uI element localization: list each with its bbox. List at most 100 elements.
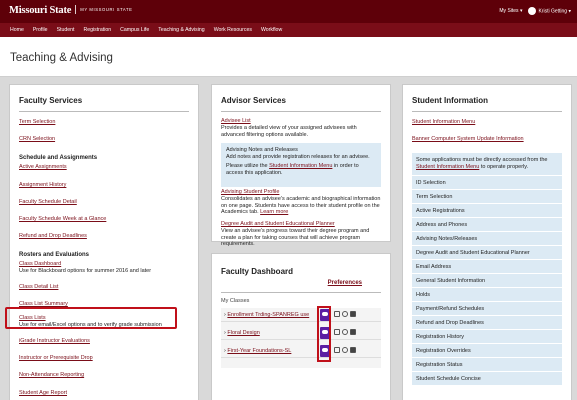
calendar-icon[interactable] <box>334 329 340 335</box>
faculty-services-panel: Faculty Services Term Selection CRN Sele… <box>9 84 199 400</box>
non-attendance-link[interactable]: Non-Attendance Reporting <box>19 372 84 378</box>
utilize-text: Please utilize the <box>226 163 270 169</box>
brand-divider <box>75 5 77 14</box>
email-icon[interactable] <box>350 311 356 317</box>
classes-table: › Enrollment Trding-SPANREG use › Floral… <box>221 308 381 368</box>
nav-home[interactable]: Home <box>10 27 24 33</box>
main-nav: Home Profile Student Registration Campus… <box>0 23 577 37</box>
student-info-item[interactable]: Email Address <box>412 259 562 273</box>
student-information-panel: Student Information Student Information … <box>402 84 572 400</box>
roster-icon-highlight <box>317 306 331 362</box>
my-sites-menu[interactable]: My Sites ▾ <box>499 8 522 14</box>
student-information-title: Student Information <box>412 96 488 105</box>
clock-icon[interactable] <box>342 347 348 353</box>
advisee-list-desc: Provides a detailed view of your assigne… <box>221 125 357 138</box>
student-info-item[interactable]: Degree Audit and Student Educational Pla… <box>412 245 562 259</box>
active-assignments-link[interactable]: Active Assignments <box>19 164 67 170</box>
crn-selection-link[interactable]: CRN Selection <box>19 136 55 142</box>
note-menu-link[interactable]: Student Information Menu <box>416 164 479 170</box>
divider <box>221 292 381 293</box>
class-dashboard-desc: Use for Blackboard options for summer 20… <box>19 268 152 274</box>
calendar-icon[interactable] <box>334 311 340 317</box>
student-info-item[interactable]: Registration History <box>412 329 562 343</box>
page-title: Teaching & Advising <box>10 52 113 64</box>
divider <box>19 111 189 112</box>
table-row: › Floral Design <box>221 326 381 340</box>
note-text: Some applications must be directly acces… <box>416 157 548 163</box>
divider <box>221 111 381 112</box>
schedule-header: Schedule and Assignments <box>19 155 98 161</box>
banner-update-link[interactable]: Banner Computer System Update Informatio… <box>412 136 524 142</box>
nav-teaching-advising[interactable]: Teaching & Advising <box>158 27 204 33</box>
instructor-prereq-link[interactable]: Instructor or Prerequisite Drop <box>19 355 93 361</box>
brand-subtitle: MY MISSOURI STATE <box>80 7 133 12</box>
email-icon[interactable] <box>350 329 356 335</box>
advisee-list-link[interactable]: Advisee List <box>221 118 251 124</box>
table-row: › Enrollment Trding-SPANREG use <box>221 308 381 322</box>
class-dashboard-link[interactable]: Class Dashboard <box>19 261 61 267</box>
student-info-item[interactable]: Active Registrations <box>412 203 562 217</box>
highlight-callout <box>5 307 177 329</box>
student-info-item[interactable]: Advising Notes/Releases <box>412 231 562 245</box>
student-info-item[interactable]: Term Selection <box>412 189 562 203</box>
rosters-header: Rosters and Evaluations <box>19 252 90 258</box>
student-age-link[interactable]: Student Age Report <box>19 390 67 396</box>
student-info-item[interactable]: Student Schedule Concise <box>412 371 562 385</box>
student-info-menu-link[interactable]: Student Information Menu <box>412 119 475 125</box>
class-detail-list-link[interactable]: Class Detail List <box>19 284 58 290</box>
advising-notes-box: Advising Notes and Releases Add notes an… <box>221 143 381 187</box>
student-info-item[interactable]: General Student Information <box>412 273 562 287</box>
nav-registration[interactable]: Registration <box>83 27 111 33</box>
advisor-services-panel: Advisor Services Advisee List Provides a… <box>211 84 391 247</box>
preferences-link[interactable]: Preferences <box>328 280 362 286</box>
class-link[interactable]: Floral Design <box>227 330 259 336</box>
nav-campus-life[interactable]: Campus Life <box>120 27 149 33</box>
student-info-item[interactable]: Registration Status <box>412 357 562 371</box>
email-icon[interactable] <box>350 347 356 353</box>
notes-desc: Add notes and provide registration relea… <box>226 153 370 160</box>
user-area: My Sites ▾ Kristi Getting ▾ <box>499 7 571 15</box>
nav-workflow[interactable]: Workflow <box>261 27 282 33</box>
student-info-menu-link[interactable]: Student Information Menu <box>269 163 332 169</box>
title-bar: Teaching & Advising <box>0 37 577 77</box>
nav-profile[interactable]: Profile <box>33 27 48 33</box>
degree-audit-desc: View an advisee's progress toward their … <box>221 228 370 247</box>
degree-audit-link[interactable]: Degree Audit and Student Educational Pla… <box>221 221 335 227</box>
faculty-schedule-week-link[interactable]: Faculty Schedule Week at a Glance <box>19 216 106 222</box>
student-info-item[interactable]: Holds <box>412 287 562 301</box>
igrade-link[interactable]: iGrade Instructor Evaluations <box>19 338 90 344</box>
faculty-services-title: Faculty Services <box>19 96 83 105</box>
nav-work-resources[interactable]: Work Resources <box>214 27 252 33</box>
advisor-services-title: Advisor Services <box>221 96 286 105</box>
student-info-item[interactable]: Address and Phones <box>412 217 562 231</box>
student-info-note: Some applications must be directly acces… <box>412 153 562 175</box>
assignment-history-link[interactable]: Assignment History <box>19 182 66 188</box>
student-info-item[interactable]: ID Selection <box>412 175 562 189</box>
term-selection-link[interactable]: Term Selection <box>19 119 55 125</box>
advising-profile-link[interactable]: Advising Student Profile <box>221 189 279 195</box>
brand-logo[interactable]: Missouri State MY MISSOURI STATE <box>9 5 133 16</box>
student-info-item[interactable]: Payment/Refund Schedules <box>412 301 562 315</box>
faculty-dashboard-panel: Faculty Dashboard Preferences My Classes… <box>211 253 391 400</box>
brand-name: Missouri State <box>9 5 72 16</box>
profile-desc: Consolidates an advisee's academic and b… <box>221 196 381 215</box>
refund-drop-link[interactable]: Refund and Drop Deadlines <box>19 233 87 239</box>
divider <box>412 111 562 112</box>
class-link[interactable]: Enrollment Trding-SPANREG use <box>227 312 309 318</box>
top-bar: Missouri State MY MISSOURI STATE My Sites… <box>0 0 577 23</box>
user-menu[interactable]: Kristi Getting ▾ <box>528 7 571 15</box>
learn-more-link[interactable]: Learn more <box>260 209 288 215</box>
table-row: › First-Year Foundations-SL <box>221 344 381 358</box>
avatar <box>528 7 537 15</box>
class-link[interactable]: First-Year Foundations-SL <box>227 348 291 354</box>
student-info-item[interactable]: Refund and Drop Deadlines <box>412 315 562 329</box>
note-text-end: to operate properly. <box>479 163 529 170</box>
my-classes-label: My Classes <box>221 298 250 304</box>
faculty-dashboard-title: Faculty Dashboard <box>221 267 294 276</box>
nav-student[interactable]: Student <box>57 27 75 33</box>
faculty-schedule-link[interactable]: Faculty Schedule Detail <box>19 199 77 205</box>
clock-icon[interactable] <box>342 329 348 335</box>
clock-icon[interactable] <box>342 311 348 317</box>
calendar-icon[interactable] <box>334 347 340 353</box>
student-info-item[interactable]: Registration Overrides <box>412 343 562 357</box>
